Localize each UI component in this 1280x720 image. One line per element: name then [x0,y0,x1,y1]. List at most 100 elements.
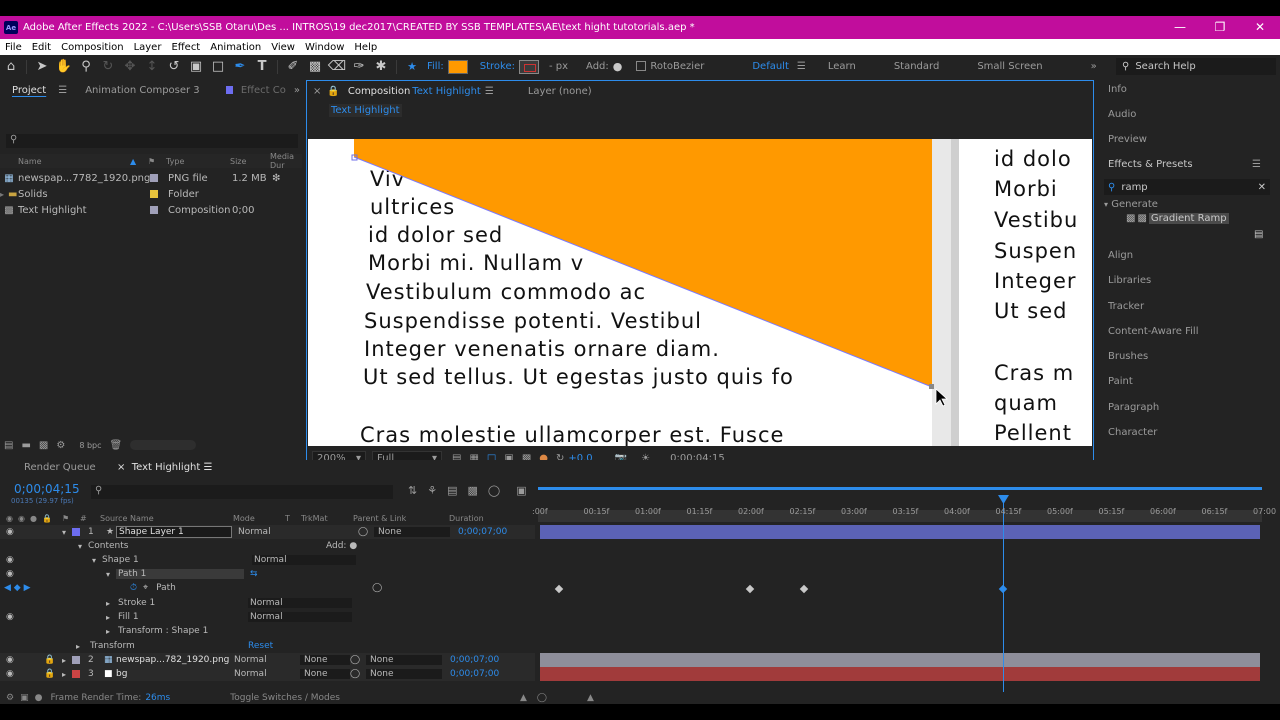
timeline-tab[interactable]: × Text Highlight ☰ [117,462,212,473]
reset-transform-link[interactable]: Reset [248,641,273,651]
composition-viewer[interactable]: Viv ultrices id dolor sed Morbi mi. Null… [308,139,1092,446]
rotobezier-checkbox[interactable] [636,61,647,71]
rotation-tool-icon[interactable]: ↺ [163,59,185,74]
graph-toggle-icon[interactable]: ● [35,693,43,703]
rectangle-tool-icon[interactable]: □ [207,59,229,74]
work-area-bar[interactable] [538,487,1262,497]
home-icon[interactable]: ⌂ [0,59,22,74]
tab-render-queue[interactable]: Render Queue [24,462,96,473]
close-tab-icon[interactable]: × [307,86,321,97]
zoom-tool-icon[interactable]: ⚲ [75,59,97,74]
stroke-color-swatch[interactable] [518,59,539,74]
workspace-default[interactable]: Default [748,61,793,72]
restore-icon[interactable]: ❐ [1200,16,1240,39]
layer-row-shape[interactable]: ◉ ▾ 1 ★ Shape Layer 1 Normal ◯ None 0;00… [0,525,535,539]
paint-panel-item[interactable]: Paint [1108,376,1133,387]
eye-icon[interactable]: ◉ [0,527,18,537]
tab-composition-prefix[interactable]: Composition [340,86,412,97]
roto-brush-tool-icon[interactable]: ✑ [348,59,370,74]
prop-path[interactable]: ◀ ◆ ▶ ⏱ ⌖ Path ◯ [0,581,535,595]
eye-icon[interactable]: ◉ [0,569,18,579]
menu-window[interactable]: Window [300,42,349,53]
expand-icon[interactable]: ▾ [62,528,72,537]
col-type[interactable]: Type [166,157,230,166]
pen-tool-icon[interactable]: ✒ [229,59,251,74]
parent-dropdown[interactable]: None [366,669,442,679]
eye-icon[interactable]: ◉ [0,669,18,679]
effects-search-input[interactable]: ⚲ ramp ✕ [1104,179,1270,195]
project-item[interactable]: ▦ newspap...7782_1920.png PNG file 1.2 M… [0,170,302,186]
add-icon[interactable]: ● [349,541,357,551]
menu-help[interactable]: Help [349,42,382,53]
timeline-timecode[interactable]: 0;00;04;15 [14,482,80,496]
eraser-tool-icon[interactable]: ⌫ [326,59,348,74]
clear-search-icon[interactable]: ✕ [1258,182,1266,193]
clone-stamp-tool-icon[interactable]: ▩ [304,59,326,74]
duration-value[interactable]: 0;00;07;00 [450,655,499,665]
brushes-panel-item[interactable]: Brushes [1108,351,1148,362]
effects-presets-panel-item[interactable]: Effects & Presets [1108,159,1193,170]
stroke-width-value[interactable]: - px [545,61,572,72]
panel-overflow-icon[interactable]: » [294,85,302,96]
timeline-menu-icon[interactable]: ☰ [204,462,213,473]
breadcrumb-comp[interactable]: Text Highlight [329,103,402,117]
label-color[interactable] [72,528,80,536]
lock-switch-icon[interactable]: 🔒 [42,514,62,523]
label-switch-icon[interactable]: ⚑ [62,514,80,523]
prop-contents[interactable]: ▾ Contents Add: ● [0,539,535,553]
zoom-in-icon[interactable]: ▲ [587,693,594,703]
label-color[interactable] [72,656,80,664]
current-time-indicator[interactable] [1003,496,1004,692]
transfer-icon[interactable]: ▣ [20,693,29,703]
composition-menu-icon[interactable]: ☰ [481,86,494,97]
layer-row-png[interactable]: ◉ 🔒 ▸ 2 ▦ newspap...782_1920.png Normal … [0,653,535,667]
keyframe-navigator[interactable]: ◀ ◆ ▶ [0,583,130,593]
preview-panel-item[interactable]: Preview [1108,134,1147,145]
tab-project[interactable]: Project [4,85,54,96]
more-workspaces-icon[interactable]: » [1087,61,1101,72]
tracker-panel-item[interactable]: Tracker [1108,301,1144,312]
dolly-tool-icon[interactable]: ↕ [141,59,163,74]
prop-path-1[interactable]: ◉ ▾ Path 1 ⇆ [0,567,535,581]
label-color[interactable] [72,670,80,678]
workspace-standard[interactable]: Standard [890,61,944,72]
new-composition-icon[interactable]: ▩ [39,440,48,451]
audio-switch-icon[interactable]: ◉ [18,514,30,523]
audio-panel-item[interactable]: Audio [1108,109,1136,120]
label-color[interactable] [150,174,158,182]
layer-bar-bg[interactable] [540,667,1260,681]
add-circle-icon[interactable]: ● [613,60,623,73]
mode-dropdown[interactable]: Normal [238,527,286,537]
menu-effect[interactable]: Effect [166,42,205,53]
composition-flowchart-icon[interactable]: ⇅ [408,484,417,497]
pickwhip-icon[interactable]: ◯ [350,655,366,665]
blend-mode-dropdown[interactable]: Normal [252,555,356,565]
tab-layer[interactable]: Layer (none) [520,86,600,97]
menu-composition[interactable]: Composition [56,42,128,53]
prop-stroke-1[interactable]: ▸ Stroke 1 Normal [0,596,535,610]
col-name[interactable]: Name [18,157,130,166]
thumbnail-slider[interactable] [130,440,197,450]
project-settings-icon[interactable]: ⚙ [56,440,65,451]
new-preset-icon[interactable]: ▤ [1254,229,1263,240]
workspace-small-screen[interactable]: Small Screen [973,61,1046,72]
lock-icon[interactable]: 🔒 [44,669,62,679]
project-menu-icon[interactable]: ☰ [54,85,67,96]
lock-icon[interactable]: 🔒 [44,655,62,665]
pickwhip-icon[interactable]: ◯ [358,527,374,537]
parent-dropdown[interactable]: None [366,655,442,665]
eye-icon[interactable]: ◉ [0,555,18,565]
bpc-label[interactable]: 8 bpc [79,441,101,450]
prop-shape-1[interactable]: ◉ ▾ Shape 1 Normal [0,553,535,567]
toggle-switches-modes[interactable]: Toggle Switches / Modes [230,693,340,703]
menu-layer[interactable]: Layer [129,42,167,53]
lock-icon[interactable]: 🔒 [321,86,339,97]
duration-value[interactable]: 0;00;07;00 [450,669,499,679]
label-color[interactable] [150,206,158,214]
col-size[interactable]: Size [230,157,270,166]
stopwatch-icon[interactable]: ⏱ [130,583,137,593]
paragraph-panel-item[interactable]: Paragraph [1108,402,1159,413]
zoom-slider-icon[interactable]: ◯ [537,693,547,703]
project-item[interactable]: ▩ Text Highlight Composition 0;00 [0,202,302,218]
draft-3d-icon[interactable]: ▣ [516,484,526,497]
